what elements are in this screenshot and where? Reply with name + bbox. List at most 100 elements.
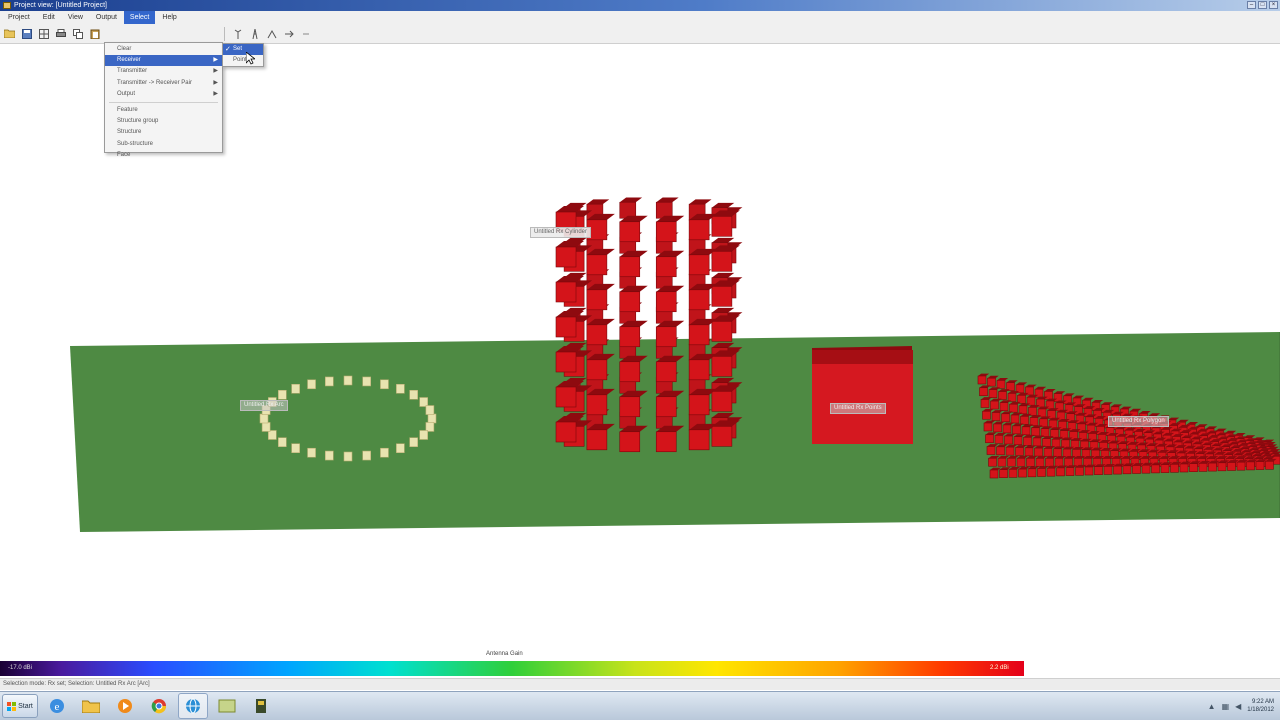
window-title: Project view: [Untitled Project]	[14, 2, 107, 9]
paste-icon[interactable]	[87, 26, 102, 41]
rx-cube	[655, 326, 677, 348]
rx-ring-marker	[291, 443, 300, 454]
rx-cube	[688, 429, 710, 451]
rx-polygon-cube	[977, 375, 987, 385]
network-icon[interactable]: ▦	[1222, 702, 1230, 711]
rx-cube	[655, 396, 677, 418]
rx-polygon-cube	[1064, 458, 1073, 467]
save-icon[interactable]	[19, 26, 34, 41]
close-button[interactable]: ×	[1269, 1, 1278, 9]
rx-ring-marker	[362, 376, 371, 387]
menu-item-receiver[interactable]: Receiver ▶	[105, 55, 222, 67]
rx-ring-marker	[325, 450, 334, 461]
rx-cube	[711, 426, 733, 447]
rx-cube	[619, 326, 641, 348]
menu-edit[interactable]: Edit	[37, 11, 61, 24]
submenu-item-set[interactable]: ✓ Set	[223, 44, 263, 55]
menu-item-feature[interactable]: Feature	[105, 105, 222, 116]
menu-item-clear[interactable]: Clear	[105, 44, 222, 55]
rx-polygon-cube	[1005, 446, 1015, 456]
rx-polygon-cube	[1236, 461, 1246, 471]
window-titlebar: Project view: [Untitled Project] – □ ×	[0, 0, 1280, 11]
rx-cube	[555, 386, 577, 408]
route-icon[interactable]	[264, 26, 279, 41]
rx-ring-marker	[325, 376, 334, 387]
rx-cube	[555, 281, 577, 303]
clock-time: 9:22 AM	[1251, 699, 1274, 705]
rx-cube	[711, 307, 735, 313]
menu-output[interactable]: Output	[90, 11, 123, 24]
chrome-icon[interactable]	[144, 693, 174, 719]
rx-cube	[655, 291, 677, 313]
menu-project[interactable]: Project	[2, 11, 36, 24]
antenna-icon[interactable]	[230, 26, 245, 41]
menu-item-face[interactable]: Face	[105, 150, 222, 161]
rx-cube	[555, 246, 577, 268]
minimize-button[interactable]: –	[1247, 1, 1256, 9]
print-icon[interactable]	[53, 26, 68, 41]
rx-ring-marker	[409, 437, 418, 447]
rx-polygon-cube	[987, 377, 996, 387]
network-globe-icon[interactable]	[178, 693, 208, 719]
rx-polygon-cube	[1044, 391, 1053, 400]
copy-icon[interactable]	[70, 26, 85, 41]
link-icon[interactable]	[281, 26, 296, 41]
volume-icon[interactable]: ◀	[1235, 702, 1241, 711]
start-button[interactable]: Start	[2, 694, 38, 718]
rx-cube	[711, 237, 735, 243]
windows-logo-icon	[7, 701, 17, 711]
maximize-button[interactable]: □	[1258, 1, 1267, 9]
menu-item-tx-rx-pair[interactable]: Transmitter -> Receiver Pair ▶	[105, 78, 222, 89]
rx-cylinder-label: Untitled Rx Cylinder	[530, 227, 592, 238]
rx-polygon-cube	[1132, 465, 1141, 474]
folder-icon[interactable]	[76, 693, 106, 719]
rx-polygon-cube	[1056, 467, 1065, 477]
media-player-icon[interactable]	[110, 693, 140, 719]
show-hidden-icons-icon[interactable]: ▲	[1208, 702, 1216, 711]
rx-polygon-cube	[1040, 428, 1050, 438]
rx-cube	[688, 289, 710, 311]
tower-icon[interactable]	[247, 26, 262, 41]
rx-polygon-cube	[1122, 465, 1132, 475]
rx-points-label: Untitled Rx Points	[830, 403, 886, 414]
rx-polygon-cube	[1227, 462, 1236, 471]
rx-polygon-cube	[1054, 458, 1064, 467]
submenu-item-label: Point	[233, 57, 247, 63]
menu-item-structure-group[interactable]: Structure group	[105, 116, 222, 127]
rx-polygon-cube	[1160, 464, 1170, 473]
rx-polygon-cube	[1020, 415, 1029, 425]
menu-select[interactable]: Select	[123, 11, 156, 24]
rx-polygon-cube	[1016, 457, 1026, 467]
menu-item-transmitter[interactable]: Transmitter ▶	[105, 66, 222, 77]
folder-open-icon[interactable]	[2, 26, 17, 41]
rx-cube	[586, 324, 608, 346]
rx-cube	[586, 254, 608, 276]
rx-polygon-cube	[990, 400, 999, 410]
submenu-item-point[interactable]: Point	[223, 55, 263, 66]
toolbar-separator	[224, 26, 225, 41]
rx-polygon-cube	[996, 380, 1006, 389]
rx-cube	[619, 197, 643, 203]
menu-item-sub-structure[interactable]: Sub-structure	[105, 139, 222, 150]
mouse-cursor-icon	[246, 52, 255, 65]
menu-help[interactable]: Help	[156, 11, 182, 24]
rx-cube	[711, 272, 735, 278]
rx-polygon-cube	[1023, 436, 1032, 446]
taskbar-clock[interactable]: 9:22 AM 1/18/2012	[1247, 698, 1274, 714]
submenu-arrow-icon: ▶	[213, 68, 218, 75]
ie-icon[interactable]: e	[42, 693, 72, 719]
wireless-insite-icon[interactable]	[246, 693, 276, 719]
rx-ring-marker	[396, 383, 405, 394]
menu-item-output[interactable]: Output ▶	[105, 89, 222, 100]
rx-polygon-cube	[1208, 462, 1217, 472]
more-icon[interactable]	[298, 26, 313, 41]
menu-item-structure[interactable]: Structure	[105, 127, 222, 138]
rx-polygon-cube	[985, 434, 994, 444]
grid-icon[interactable]	[36, 26, 51, 41]
menu-view[interactable]: View	[62, 11, 89, 24]
statusbar: Selection mode: Rx set; Selection: Untit…	[0, 678, 1280, 690]
rx-ring-marker	[409, 390, 418, 400]
explorer-icon[interactable]	[212, 693, 242, 719]
rx-ring-marker	[259, 413, 269, 424]
rx-ring-marker	[307, 379, 316, 390]
